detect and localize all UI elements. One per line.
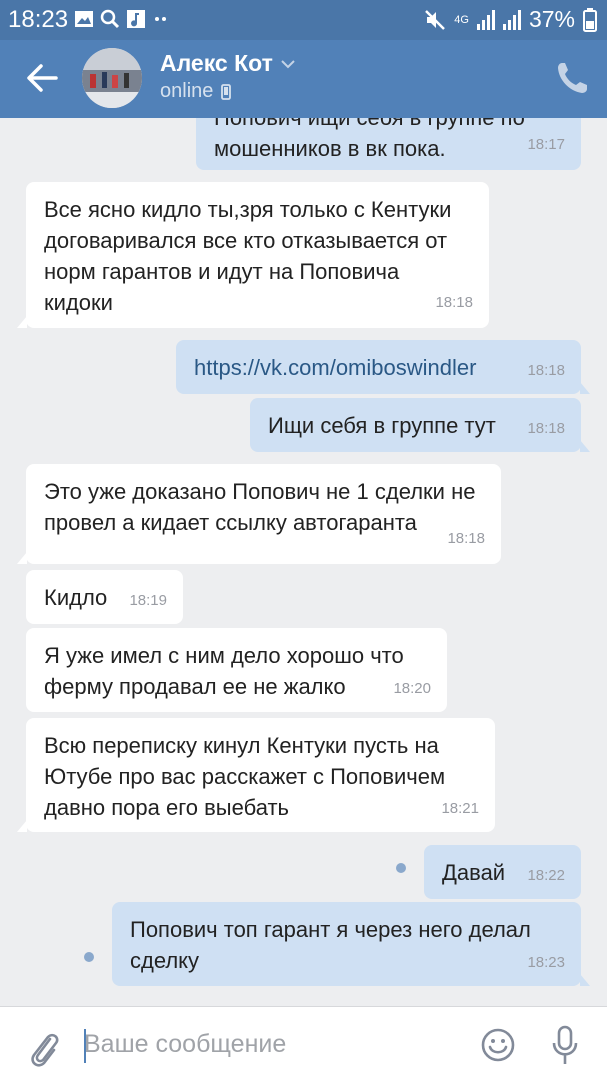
message-link[interactable]: https://vk.com/omiboswindler: [194, 352, 565, 383]
message-incoming[interactable]: Всю переписку кинул Кентуки пусть на Юту…: [17, 718, 495, 832]
emoji-icon[interactable]: [480, 1027, 516, 1063]
notification-icons: [74, 9, 172, 29]
message-text: Это уже доказано Попович не 1 сделки не …: [44, 479, 476, 535]
message-input[interactable]: [84, 1021, 464, 1067]
message-outgoing[interactable]: Давай 18:22: [424, 845, 581, 899]
message-text: Ищи себя в группе тут: [268, 413, 496, 438]
message-outgoing[interactable]: Попович топ гарант я через него делал сд…: [112, 902, 590, 986]
phone-icon[interactable]: [555, 60, 589, 96]
message-text: Всю переписку кинул Кентуки пусть на Юту…: [44, 733, 446, 820]
chat-header: Алекс Кот online: [0, 40, 607, 118]
mobile-icon: [221, 83, 232, 100]
message-text: Попович топ гарант я через него делал сд…: [130, 917, 531, 973]
message-time: 18:18: [447, 530, 485, 547]
unread-indicator: [84, 952, 94, 962]
message-incoming[interactable]: Все ясно кидло ты,зря только с Кентуки д…: [17, 182, 489, 328]
signal-icon: [502, 9, 521, 30]
online-status: online: [160, 80, 214, 102]
message-text: Попович ищи себя в группе по мошенников …: [214, 118, 525, 161]
search-icon: [100, 9, 120, 29]
battery-icon: [583, 7, 597, 32]
message-incoming[interactable]: Я уже имел с ним дело хорошо что ферму п…: [26, 628, 447, 712]
message-outgoing[interactable]: Ищи себя в группе тут 18:18: [250, 398, 590, 452]
message-time: 18:18: [435, 294, 473, 311]
message-text: Я уже имел с ним дело хорошо что ферму п…: [44, 643, 404, 699]
contact-name[interactable]: Алекс Кот: [160, 50, 295, 77]
message-outgoing[interactable]: https://vk.com/omiboswindler 18:18: [176, 340, 590, 394]
message-incoming[interactable]: Это уже доказано Попович не 1 сделки не …: [17, 464, 501, 564]
message-time: 18:23: [527, 954, 565, 971]
unread-indicator: [396, 863, 406, 873]
message-time: 18:17: [527, 136, 565, 153]
status-bar: 18:23 4G 37%: [0, 0, 607, 40]
message-composer: [0, 1006, 607, 1080]
signal-icon: [476, 9, 495, 30]
message-time: 18:19: [129, 592, 167, 609]
avatar-photo: [82, 48, 142, 108]
message-time: 18:18: [527, 362, 565, 379]
message-outgoing[interactable]: Попович ищи себя в группе по мошенников …: [196, 118, 581, 170]
message-time: 18:22: [527, 867, 565, 884]
message-time: 18:21: [441, 800, 479, 817]
back-arrow-icon[interactable]: [22, 58, 62, 98]
message-text: Все ясно кидло ты,зря только с Кентуки д…: [44, 197, 452, 315]
message-time: 18:20: [393, 680, 431, 697]
status-time: 18:23: [8, 6, 69, 33]
more-dots-icon: [155, 17, 166, 21]
paperclip-icon[interactable]: [26, 1027, 60, 1067]
music-icon: [127, 10, 145, 28]
message-list[interactable]: Попович ищи себя в группе по мошенников …: [0, 118, 607, 1006]
status-right: 4G 37%: [424, 6, 597, 33]
gallery-icon: [75, 11, 93, 27]
contact-name-text: Алекс Кот: [160, 50, 273, 76]
battery-percent: 37%: [528, 6, 575, 32]
contact-status: online: [160, 80, 232, 103]
microphone-icon[interactable]: [551, 1025, 579, 1067]
message-time: 18:18: [527, 420, 565, 437]
message-incoming[interactable]: Кидло 18:19: [26, 570, 183, 624]
mute-icon: [425, 9, 446, 30]
avatar[interactable]: [82, 48, 142, 108]
chevron-down-icon: [281, 59, 295, 68]
network-type: 4G: [454, 13, 469, 26]
